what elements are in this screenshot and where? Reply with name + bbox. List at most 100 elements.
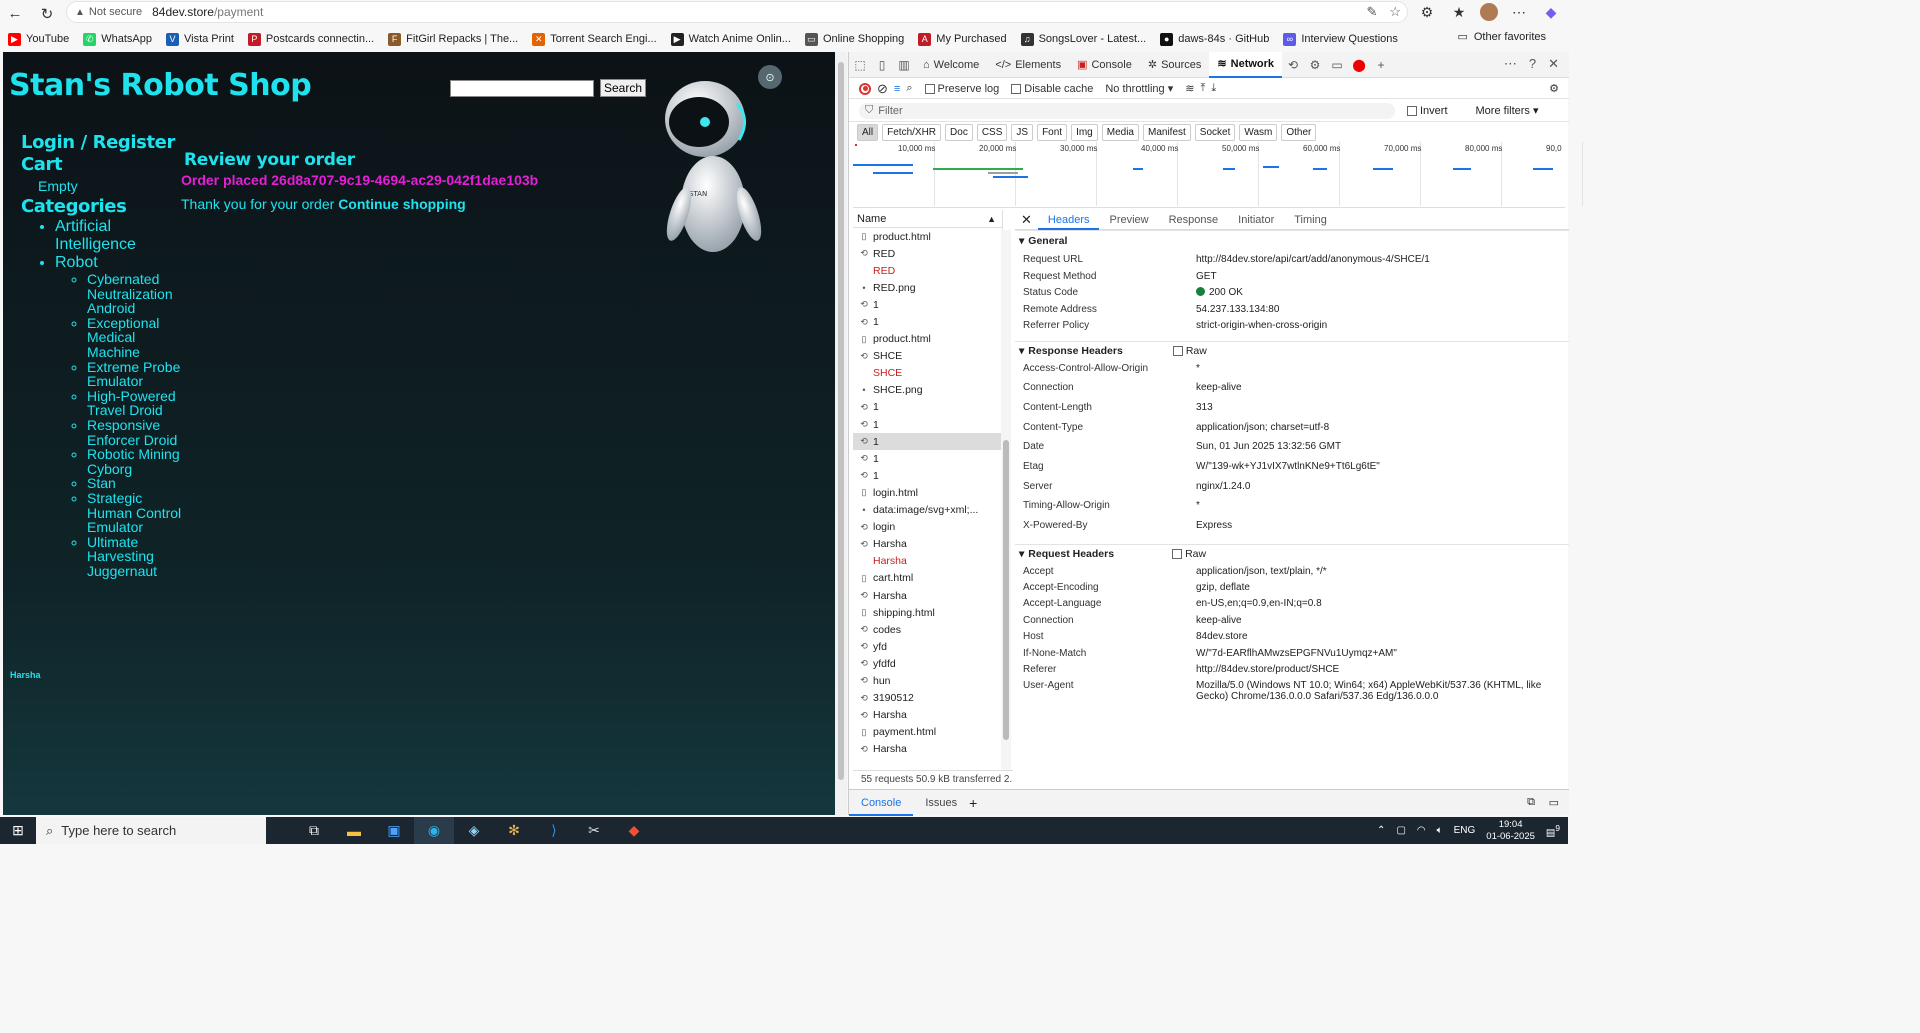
- request-row[interactable]: • data:image/svg+xml;...: [853, 502, 1002, 519]
- search-icon[interactable]: ⌕: [906, 82, 912, 95]
- request-row[interactable]: ⟲ 3190512: [853, 690, 1002, 707]
- header-value[interactable]: W/"7d-EARflhAMwzsEPGFNVu1Uymqz+AM": [1196, 648, 1556, 664]
- robot-product-link[interactable]: Strategic Human Control Emulator: [87, 491, 191, 535]
- meet-now-icon[interactable]: ▢: [1396, 825, 1405, 836]
- application-icon[interactable]: ▭: [1326, 58, 1348, 72]
- bookmark-item[interactable]: ▶ YouTube: [8, 32, 69, 46]
- taskbar-search[interactable]: ⌕ Type here to search: [36, 817, 266, 844]
- file-explorer-icon[interactable]: ▬: [334, 817, 374, 844]
- git-icon[interactable]: ◆: [614, 817, 654, 844]
- language-indicator[interactable]: ENG: [1454, 825, 1476, 836]
- request-row[interactable]: ⟲ 1: [853, 296, 1002, 313]
- continue-shopping-link[interactable]: Continue shopping: [338, 196, 466, 212]
- bookmark-item[interactable]: ✕ Torrent Search Engi...: [532, 32, 657, 46]
- copilot-icon[interactable]: ◆: [1540, 4, 1562, 21]
- bookmark-item[interactable]: ▶ Watch Anime Onlin...: [670, 32, 791, 46]
- request-row[interactable]: ⟲ codes: [853, 621, 1002, 638]
- vscode-icon[interactable]: ⟩: [534, 817, 574, 844]
- bookmark-item[interactable]: A My Purchased: [918, 32, 1007, 46]
- add-drawer-tab-icon[interactable]: +: [969, 795, 977, 811]
- header-value[interactable]: GET: [1196, 271, 1556, 288]
- type-filter-chip[interactable]: Wasm: [1239, 123, 1278, 141]
- request-row[interactable]: ⟲ 1: [853, 313, 1002, 330]
- filter-input[interactable]: ⛉ Filter: [859, 102, 1395, 119]
- robot-product-link[interactable]: Responsive Enforcer Droid: [87, 418, 191, 447]
- category-robot[interactable]: Robot Cybernated Neutralization AndroidE…: [55, 254, 191, 578]
- request-row[interactable]: ⟲ login: [853, 519, 1002, 536]
- request-row[interactable]: • SHCE.png: [853, 382, 1002, 399]
- add-tab-icon[interactable]: +: [1370, 58, 1392, 72]
- slack-icon[interactable]: ✻: [494, 817, 534, 844]
- network-conditions-icon[interactable]: ≋: [1185, 82, 1194, 95]
- cart-link[interactable]: Cart: [21, 154, 191, 176]
- notepad-icon[interactable]: ◈: [454, 817, 494, 844]
- performance-icon[interactable]: ⟲: [1282, 58, 1304, 72]
- header-value[interactable]: en-US,en;q=0.9,en-IN;q=0.8: [1196, 598, 1556, 614]
- extension-icon[interactable]: ⬤: [1348, 58, 1370, 72]
- robot-product-link[interactable]: Extreme Probe Emulator: [87, 359, 191, 389]
- edge-icon[interactable]: ◉: [414, 817, 454, 844]
- volume-icon[interactable]: 🔈︎: [1437, 825, 1443, 836]
- header-value[interactable]: application/json, text/plain, */*: [1196, 566, 1556, 582]
- drawer-tab-console[interactable]: Console: [849, 790, 914, 816]
- bookmark-item[interactable]: P Postcards connectin...: [247, 32, 374, 46]
- header-value[interactable]: 200 OK: [1196, 287, 1556, 304]
- header-value[interactable]: Express: [1196, 520, 1556, 540]
- no-tracking-icon[interactable]: ✎: [1366, 4, 1377, 20]
- network-overview-timeline[interactable]: 10,000 ms 20,000 ms 30,000 ms 40,000 ms 50,0…: [853, 142, 1583, 208]
- header-value[interactable]: strict-origin-when-cross-origin: [1196, 320, 1556, 337]
- dock-icon[interactable]: ⧉: [1527, 796, 1535, 809]
- type-filter-chip[interactable]: Manifest: [1143, 123, 1191, 141]
- extensions-icon[interactable]: ⚙: [1416, 4, 1438, 21]
- show-hidden-icons[interactable]: ⌃: [1377, 825, 1385, 836]
- bookmark-item[interactable]: ♫ SongsLover - Latest...: [1020, 32, 1146, 46]
- more-filters-dropdown[interactable]: More filters ▾: [1476, 104, 1539, 117]
- header-value[interactable]: *: [1196, 500, 1556, 520]
- header-value[interactable]: keep-alive: [1196, 615, 1556, 631]
- tab-elements[interactable]: </> Elements: [987, 52, 1069, 78]
- request-row[interactable]: ⟲ 1: [853, 450, 1002, 467]
- import-har-icon[interactable]: ⤒: [1200, 82, 1205, 95]
- bookmark-item[interactable]: ∞ Interview Questions: [1283, 32, 1398, 46]
- tab-network[interactable]: ≋ Network: [1209, 51, 1283, 78]
- request-row[interactable]: ⟲ RED: [853, 245, 1002, 262]
- more-options-icon[interactable]: ⋯: [1504, 56, 1517, 72]
- robot-product-link[interactable]: Stan: [87, 476, 191, 491]
- header-value[interactable]: Sun, 01 Jun 2025 13:32:56 GMT: [1196, 441, 1556, 461]
- sidebar-toggle-icon[interactable]: ▥: [893, 58, 915, 72]
- address-bar[interactable]: ▲ Not secure 84dev.store/payment ✎ ☆: [66, 1, 1408, 23]
- request-row[interactable]: ⟲ hun: [853, 672, 1002, 689]
- robot-product-link[interactable]: Exceptional Medical Machine: [87, 315, 191, 360]
- throttling-select[interactable]: No throttling ▾: [1105, 82, 1173, 95]
- type-filter-chip[interactable]: Other: [1281, 123, 1317, 141]
- detail-tab-headers[interactable]: Headers: [1037, 210, 1100, 230]
- header-value[interactable]: Mozilla/5.0 (Windows NT 10.0; Win64; x64…: [1196, 680, 1556, 702]
- request-row[interactable]: ▯ product.html: [853, 228, 1002, 245]
- inspect-icon[interactable]: ⬚: [849, 58, 871, 72]
- page-scrollbar[interactable]: [835, 52, 847, 815]
- request-row[interactable]: ▯ payment.html: [853, 724, 1002, 741]
- request-row[interactable]: SHCE: [853, 365, 1002, 382]
- device-toolbar-icon[interactable]: ▯: [871, 58, 893, 72]
- request-headers-section-header[interactable]: ▾ Request Headers Raw: [1015, 543, 1569, 564]
- notification-icon[interactable]: ▤9: [1546, 823, 1560, 838]
- request-row[interactable]: ⟲ SHCE: [853, 348, 1002, 365]
- tab-sources[interactable]: ✲ Sources: [1140, 52, 1210, 78]
- search-button[interactable]: Search: [600, 79, 646, 97]
- task-view-icon[interactable]: ⧉: [294, 817, 334, 844]
- request-row[interactable]: ⟲ yfdfd: [853, 655, 1002, 672]
- request-row[interactable]: ⟲ 1: [853, 467, 1002, 484]
- request-row[interactable]: ▯ cart.html: [853, 570, 1002, 587]
- preserve-log-checkbox[interactable]: Preserve log: [924, 83, 999, 95]
- drawer-tab-issues[interactable]: Issues: [913, 797, 969, 809]
- request-row[interactable]: ⟲ Harsha: [853, 587, 1002, 604]
- header-value[interactable]: 84dev.store: [1196, 631, 1556, 647]
- request-row[interactable]: • RED.png: [853, 279, 1002, 296]
- clock[interactable]: 19:04 01-06-2025: [1486, 819, 1535, 843]
- response-headers-section-header[interactable]: ▾ Response Headers Raw: [1015, 340, 1569, 361]
- record-icon[interactable]: [859, 82, 871, 95]
- url-text[interactable]: 84dev.store/payment: [152, 5, 263, 19]
- type-filter-chip[interactable]: All: [857, 123, 879, 141]
- robot-product-link[interactable]: Robotic Mining Cyborg: [87, 447, 191, 476]
- header-value[interactable]: http://84dev.store/api/cart/add/anonymou…: [1196, 254, 1556, 271]
